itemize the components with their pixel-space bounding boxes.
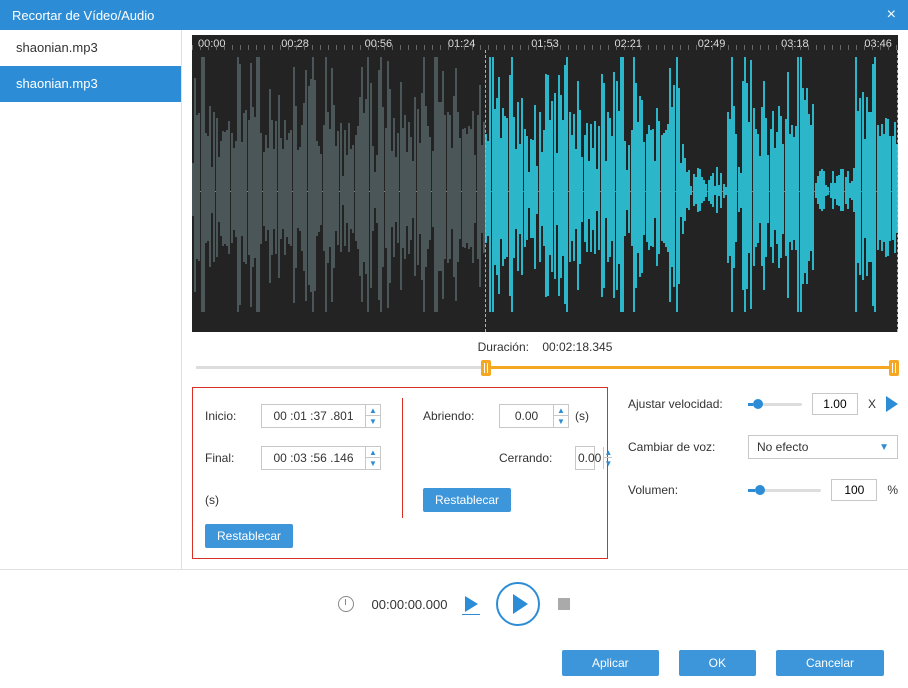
- cerrando-label: Cerrando:: [499, 451, 569, 465]
- titlebar: Recortar de Vídeo/Audio ×: [0, 0, 908, 30]
- spin-down-icon[interactable]: ▼: [554, 416, 568, 427]
- right-controls: Ajustar velocidad: X Cambiar de voz: No …: [628, 387, 898, 559]
- sidebar-item[interactable]: shaonian.mp3: [0, 66, 181, 102]
- apply-button[interactable]: Aplicar: [562, 650, 659, 676]
- sidebar: shaonian.mp3 shaonian.mp3: [0, 30, 182, 569]
- seconds-suffix: (s): [575, 409, 595, 423]
- content-panel: 00:00 00:28 00:56 01:24 01:53 02:21 02:4…: [182, 30, 908, 569]
- sidebar-item-label: shaonian.mp3: [16, 76, 98, 91]
- seek-play-icon[interactable]: [465, 596, 478, 612]
- volume-suffix: %: [887, 483, 898, 497]
- inicio-label: Inicio:: [205, 409, 255, 423]
- speed-suffix: X: [868, 397, 876, 411]
- dialog-buttons: Aplicar OK Cancelar: [0, 638, 908, 688]
- final-input[interactable]: 00 :03 :56 .146 ▲▼: [261, 446, 381, 470]
- play-button[interactable]: [496, 582, 540, 626]
- speed-slider[interactable]: [748, 396, 802, 412]
- cerrando-input[interactable]: 0.00 ▲▼: [575, 446, 595, 470]
- time-ruler: 00:00 00:28 00:56 01:24 01:53 02:21 02:4…: [192, 35, 898, 50]
- slider-thumb[interactable]: [753, 399, 763, 409]
- chevron-down-icon: ▼: [879, 442, 889, 453]
- duration-label: Duración:: [478, 340, 529, 354]
- preview-speed-icon[interactable]: [886, 396, 898, 412]
- voice-value: No efecto: [757, 440, 808, 454]
- spin-up-icon[interactable]: ▲: [604, 447, 612, 458]
- seconds-suffix: (s): [205, 493, 255, 507]
- playback-time: 00:00:00.000: [372, 597, 448, 612]
- spin-up-icon[interactable]: ▲: [554, 405, 568, 416]
- slider-thumb[interactable]: [755, 485, 765, 495]
- reset-fade-button[interactable]: Restablecar: [205, 524, 293, 548]
- volume-slider[interactable]: [748, 482, 821, 498]
- close-icon[interactable]: ×: [887, 6, 896, 24]
- reset-trim-button[interactable]: Restablecar: [423, 488, 511, 512]
- speed-label: Ajustar velocidad:: [628, 397, 738, 411]
- trim-handle-end[interactable]: [889, 360, 899, 376]
- inicio-input[interactable]: 00 :01 :37 .801 ▲▼: [261, 404, 381, 428]
- sidebar-item[interactable]: shaonian.mp3: [0, 30, 181, 66]
- volume-label: Volumen:: [628, 483, 738, 497]
- spin-down-icon[interactable]: ▼: [604, 458, 612, 469]
- abriendo-input[interactable]: 0.00 ▲▼: [499, 404, 569, 428]
- spin-down-icon[interactable]: ▼: [366, 458, 380, 469]
- final-label: Final:: [205, 451, 255, 465]
- voice-label: Cambiar de voz:: [628, 440, 738, 454]
- abriendo-label: Abriendo:: [423, 409, 493, 423]
- volume-input[interactable]: [831, 479, 877, 501]
- spin-up-icon[interactable]: ▲: [366, 447, 380, 458]
- voice-select[interactable]: No efecto ▼: [748, 435, 898, 459]
- controls-row: Inicio: 00 :01 :37 .801 ▲▼ Abriendo: 0.0…: [192, 387, 898, 559]
- duration-display: Duración: 00:02:18.345: [192, 332, 898, 358]
- playback-bar: 00:00:00.000: [0, 570, 908, 638]
- speed-input[interactable]: [812, 393, 858, 415]
- stop-button[interactable]: [558, 598, 570, 610]
- waveform-display[interactable]: [192, 50, 898, 332]
- main-area: shaonian.mp3 shaonian.mp3 00:00 00:28 00…: [0, 30, 908, 570]
- spin-down-icon[interactable]: ▼: [366, 416, 380, 427]
- window-title: Recortar de Vídeo/Audio: [12, 8, 154, 23]
- duration-value: 00:02:18.345: [542, 340, 612, 354]
- sidebar-item-label: shaonian.mp3: [16, 40, 98, 55]
- trim-handle-start[interactable]: [481, 360, 491, 376]
- cancel-button[interactable]: Cancelar: [776, 650, 884, 676]
- ok-button[interactable]: OK: [679, 650, 756, 676]
- trim-settings-box: Inicio: 00 :01 :37 .801 ▲▼ Abriendo: 0.0…: [192, 387, 608, 559]
- spin-up-icon[interactable]: ▲: [366, 405, 380, 416]
- clock-icon: [338, 596, 354, 612]
- trim-slider[interactable]: [196, 358, 894, 377]
